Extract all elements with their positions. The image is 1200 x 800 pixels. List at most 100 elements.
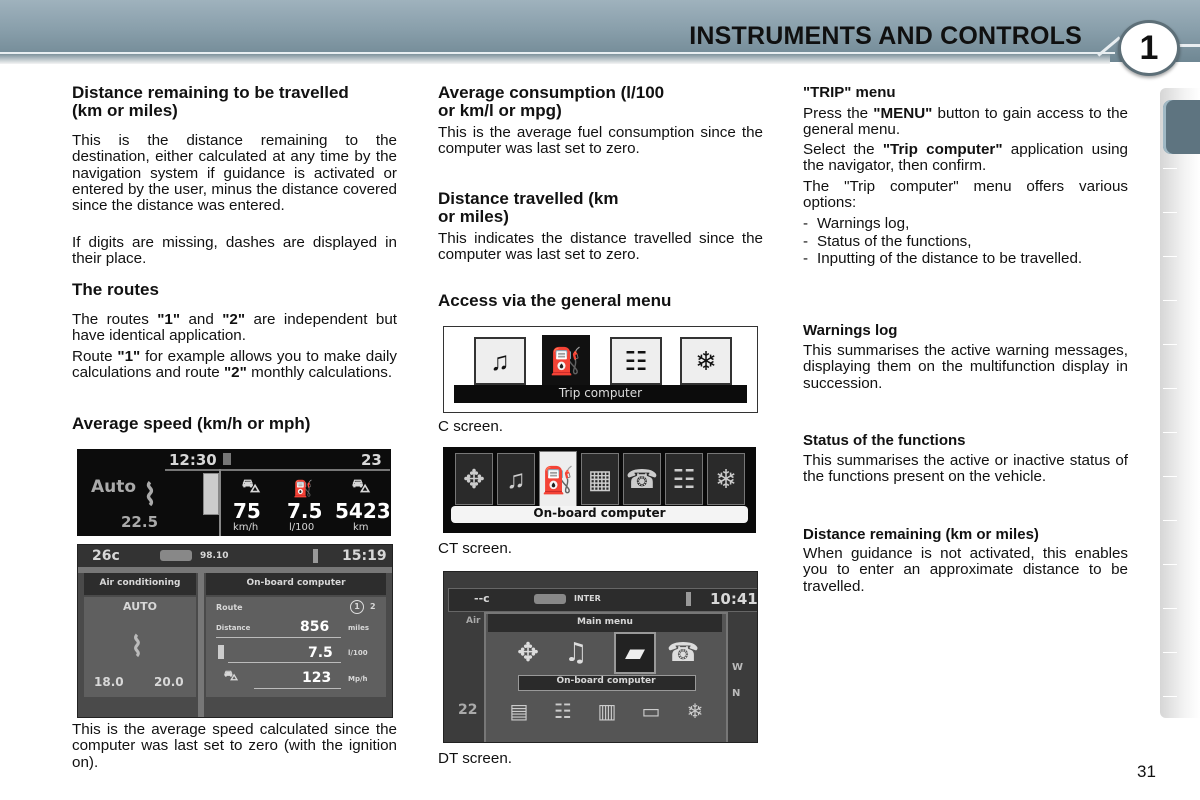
selected-menu-label: On-board computer	[556, 676, 656, 686]
chapter-tab[interactable]	[1163, 696, 1177, 697]
header-shadow	[0, 54, 1110, 64]
paragraph-status-functions: This summarises the active or inactive s…	[803, 452, 1128, 486]
radio-frequency: 98.10	[200, 551, 229, 561]
colour-display-screenshot: 26c 98.10 15:19 Air conditioning AUTO ⌇ …	[77, 544, 393, 718]
radio-band-icon	[534, 594, 566, 604]
c-screen-screenshot: ♫ ⛽ ☷ ❄ Trip computer	[443, 326, 758, 413]
speed-value: 123	[302, 670, 332, 686]
section-title: INSTRUMENTS AND CONTROLS	[689, 22, 1082, 50]
chapter-tab-active[interactable]	[1163, 100, 1200, 154]
heading-average-speed: Average speed (km/h or mph)	[72, 415, 397, 433]
chapter-tab[interactable]	[1163, 212, 1177, 213]
heading-status-functions: Status of the functions	[803, 432, 1128, 449]
car-icon: ⛍	[223, 668, 239, 684]
settings-sliders-icon: ☷	[665, 453, 703, 505]
text: and	[180, 311, 223, 328]
route-selector-icon	[203, 473, 219, 515]
list-item: - Warnings log,	[803, 215, 1128, 232]
outside-temperature: --c	[474, 592, 490, 605]
c-screen-caption: C screen.	[438, 418, 503, 435]
text: The routes	[72, 311, 158, 328]
route-option[interactable]: 2	[370, 602, 376, 611]
heading-text: "TRIP" menu	[803, 84, 896, 101]
ac-temperature: 22.5	[121, 513, 159, 531]
paragraph-text: This summarises the active or inactive s…	[803, 452, 1128, 486]
paragraph-distance-remaining-option: When guidance is not activated, this ena…	[803, 545, 1128, 595]
text: Press the	[803, 105, 874, 122]
clock: 15:19	[342, 548, 387, 564]
ct-screen-caption: CT screen.	[438, 540, 512, 557]
fuel-pump-icon	[218, 645, 224, 659]
outside-temperature: 26c	[92, 548, 120, 564]
paragraph-text: When guidance is not activated, this ena…	[803, 545, 1128, 595]
chapter-tab[interactable]	[1163, 520, 1177, 521]
underline	[216, 637, 341, 638]
chapter-tab[interactable]	[1163, 476, 1177, 477]
ct-screen-screenshot: ✥ ♫ ⛽ ▦ ☎ ☷ ❄ On-board computer	[443, 447, 756, 533]
bullet: -	[803, 233, 809, 250]
climate-icon[interactable]: ❄	[678, 696, 712, 726]
route-selected[interactable]: 1	[350, 600, 364, 614]
audio-icon: ♫	[497, 453, 535, 505]
temperature-left: 18.0	[94, 675, 124, 689]
consumption-unit: l/100	[289, 522, 315, 533]
fuel-pump-icon: ⛽	[539, 451, 577, 509]
settings-sliders-icon[interactable]: ☷	[546, 696, 580, 726]
chapter-tab[interactable]	[1163, 608, 1177, 609]
audio-icon[interactable]: ♫	[558, 636, 594, 670]
chapter-tab[interactable]	[1163, 388, 1177, 389]
heading-text: Access via the general menu	[438, 291, 672, 310]
list-item: - Status of the functions,	[803, 233, 1128, 250]
paragraph-average-consumption: This is the average fuel consumption sin…	[438, 124, 763, 158]
telephone-icon[interactable]: ☎	[667, 636, 699, 670]
chapter-tab[interactable]	[1163, 168, 1177, 169]
seat-icon: ⌇	[142, 477, 158, 513]
consumption-value: 7.5	[308, 645, 333, 661]
chapter-tab[interactable]	[1163, 652, 1177, 653]
chapter-tab[interactable]	[1163, 300, 1177, 301]
chapter-tab[interactable]	[1163, 432, 1177, 433]
seat-icon: ⌇	[130, 629, 144, 663]
paragraph-text: This is the average speed calculated sin…	[72, 721, 397, 771]
paragraph-routes-1: The routes "1" and "2" are independent b…	[72, 311, 397, 345]
heading-text: Warnings log	[803, 322, 898, 339]
ac-panel-title: Air conditioning	[99, 578, 181, 588]
paragraph-select-trip: Select the "Trip computer" application u…	[803, 141, 1128, 175]
navigation-icon: ✥	[455, 453, 493, 505]
menu-button-label: "MENU"	[873, 105, 933, 122]
paragraph-routes-2: Route "1" for example allows you to make…	[72, 348, 397, 382]
diagnostics-icon: ▦	[581, 453, 619, 505]
heading-text: Average speed (km/h or mph)	[72, 414, 311, 433]
fuel-gauge-icon	[313, 549, 318, 563]
heading-text: Distance remaining (km or miles)	[803, 526, 1039, 543]
navigation-icon[interactable]: ✥	[510, 636, 546, 670]
heading-distance-remaining: Distance remaining to be travelled (km o…	[72, 84, 372, 120]
on-board-computer-icon[interactable]: ▰	[614, 632, 656, 674]
speed-unit: Mp/h	[348, 675, 368, 683]
audio-icon: ♫	[474, 337, 526, 385]
car-speed-icon: ⛍	[241, 476, 261, 497]
climate-icon: ❄	[707, 453, 745, 505]
distance-label: Distance	[216, 624, 251, 632]
bullet: -	[803, 250, 809, 267]
dt-screen-caption: DT screen.	[438, 750, 512, 767]
route-label: Route	[216, 603, 243, 612]
chapter-tab[interactable]	[1163, 344, 1177, 345]
paragraph-text: The "Trip computer" menu offers various …	[803, 178, 1128, 212]
paragraph-text: This summarises the active warning messa…	[803, 342, 1128, 392]
trip-computer-label: "Trip computer"	[882, 141, 1003, 158]
heading-text: Distance travelled (km or miles)	[438, 189, 619, 226]
paragraph-text: If digits are missing, dashes are displa…	[72, 234, 397, 268]
chapter-tab[interactable]	[1163, 564, 1177, 565]
video-icon[interactable]: ▤	[502, 696, 536, 726]
heading-distance-remaining-option: Distance remaining (km or miles)	[803, 526, 1128, 543]
clock: 10:41	[710, 590, 758, 608]
heading-text: Distance remaining to be travelled (km o…	[72, 83, 349, 120]
tv-icon[interactable]: ▭	[634, 696, 668, 726]
consumption-unit: l/100	[348, 649, 368, 657]
chapter-tab[interactable]	[1163, 256, 1177, 257]
text: Route	[72, 348, 118, 365]
map-icon[interactable]: ▥	[590, 696, 624, 726]
paragraph-distance-remaining: This is the distance remaining to the de…	[72, 132, 397, 214]
ac-mode: AUTO	[123, 600, 157, 613]
